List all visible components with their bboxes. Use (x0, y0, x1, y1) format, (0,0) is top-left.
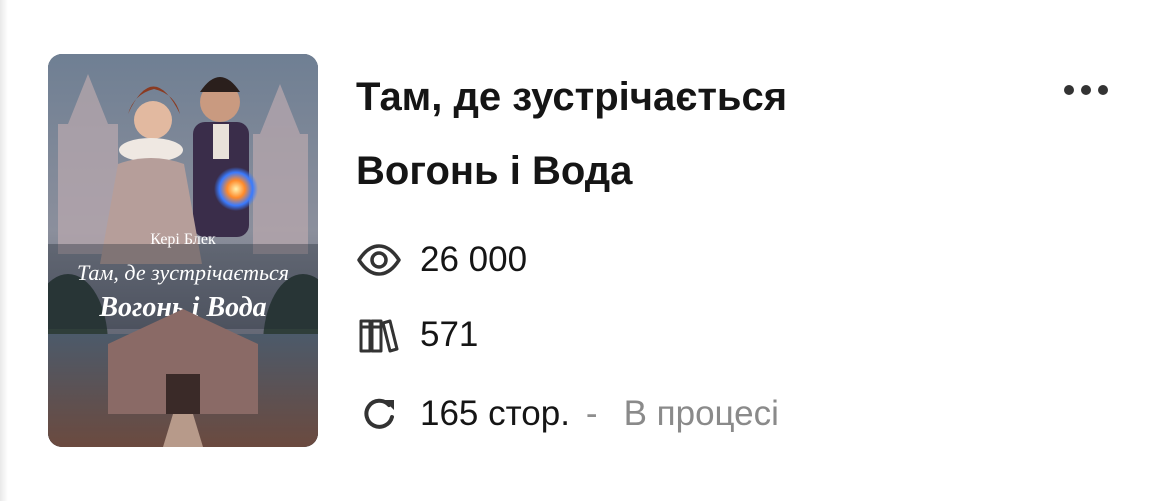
books-icon (356, 313, 402, 357)
book-card: Кері Блек Там, де зустрічається Вогонь і… (0, 0, 1170, 501)
book-title[interactable]: Там, де зустрічається Вогонь і Вода (356, 60, 996, 208)
book-cover-art: Кері Блек Там, де зустрічається Вогонь і… (48, 54, 318, 447)
library-count: 571 (420, 315, 479, 354)
stat-separator: - (585, 394, 598, 433)
pages-count: 165 стор. (420, 394, 570, 433)
pages-stat: 165 стор. - В процесі (356, 392, 779, 436)
library-stat: 571 (356, 313, 478, 357)
status-label: В процесі (623, 394, 779, 433)
cover-title-line1: Там, де зустрічається (77, 260, 289, 285)
more-dot-icon (1081, 85, 1091, 95)
eye-icon (356, 238, 402, 282)
book-cover-image[interactable]: Кері Блек Там, де зустрічається Вогонь і… (48, 54, 318, 447)
refresh-icon (356, 392, 402, 436)
more-options-button[interactable] (1056, 76, 1116, 104)
views-stat: 26 000 (356, 238, 527, 282)
book-title-line2: Вогонь і Вода (356, 149, 633, 193)
cover-author: Кері Блек (150, 231, 216, 248)
more-dot-icon (1098, 85, 1108, 95)
book-title-line1: Там, де зустрічається (356, 75, 788, 119)
views-count: 26 000 (420, 240, 528, 279)
more-dot-icon (1064, 85, 1074, 95)
left-edge-shadow (0, 0, 8, 501)
